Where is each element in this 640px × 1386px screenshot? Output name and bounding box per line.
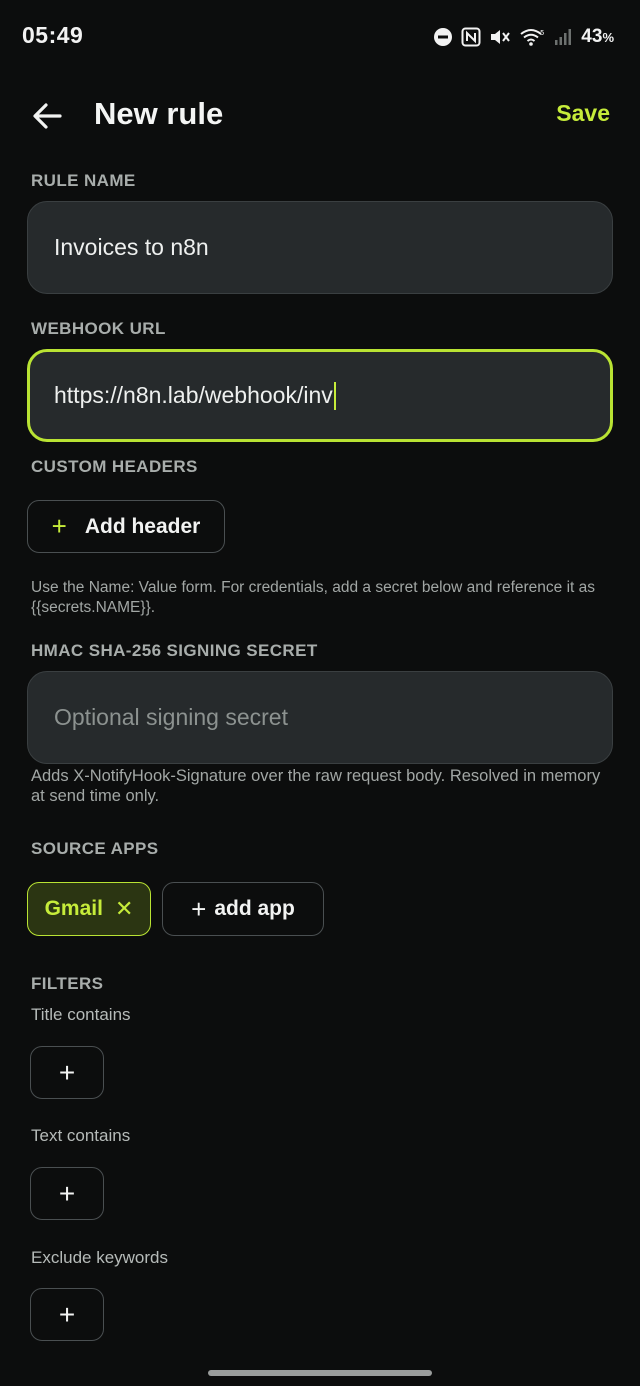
app-chip-label: Gmail bbox=[44, 897, 103, 920]
dnd-icon bbox=[434, 28, 453, 46]
battery-level: 43% bbox=[581, 26, 614, 47]
add-exclude-filter-button[interactable]: + bbox=[30, 1288, 104, 1341]
webhook-url-value: https://n8n.lab/webhook/inv bbox=[54, 382, 333, 408]
rule-name-label: RULE NAME bbox=[31, 171, 136, 190]
add-app-button[interactable]: + add app bbox=[162, 882, 324, 936]
rule-name-input[interactable]: Invoices to n8n bbox=[27, 201, 613, 294]
plus-icon: + bbox=[191, 893, 207, 924]
add-app-label: add app bbox=[214, 897, 295, 920]
filter-exclude-keywords-label: Exclude keywords bbox=[31, 1248, 169, 1267]
plus-icon: + bbox=[58, 1056, 76, 1088]
plus-icon: + bbox=[58, 1298, 76, 1330]
save-button[interactable]: Save bbox=[556, 100, 610, 127]
rule-name-value: Invoices to n8n bbox=[54, 234, 209, 260]
hmac-label: HMAC SHA-256 SIGNING SECRET bbox=[31, 641, 318, 660]
plus-icon: + bbox=[51, 511, 67, 541]
filters-label: FILTERS bbox=[31, 974, 104, 993]
wifi-icon: 5 bbox=[520, 29, 545, 46]
home-indicator[interactable] bbox=[208, 1370, 432, 1376]
nfc-icon bbox=[461, 27, 481, 47]
back-arrow-icon[interactable] bbox=[28, 96, 68, 136]
add-header-button[interactable]: + Add header bbox=[27, 500, 225, 553]
status-icons: 5 43% bbox=[433, 24, 614, 50]
app-chip-gmail[interactable]: Gmail ✕ bbox=[27, 882, 151, 936]
add-text-filter-button[interactable]: + bbox=[30, 1167, 104, 1220]
close-icon[interactable]: ✕ bbox=[115, 896, 133, 922]
signing-secret-placeholder: Optional signing secret bbox=[54, 704, 288, 730]
add-title-filter-button[interactable]: + bbox=[30, 1046, 104, 1099]
webhook-url-label: WEBHOOK URL bbox=[31, 319, 166, 338]
custom-headers-label: CUSTOM HEADERS bbox=[31, 457, 198, 476]
plus-icon: + bbox=[58, 1177, 76, 1209]
headers-helper-text: Use the Name: Value form. For credential… bbox=[31, 579, 596, 616]
filter-text-contains-label: Text contains bbox=[31, 1126, 131, 1145]
signing-secret-input[interactable]: Optional signing secret bbox=[27, 671, 613, 764]
hmac-helper-text: Adds X-NotifyHook-Signature over the raw… bbox=[31, 767, 601, 805]
filter-title-contains-label: Title contains bbox=[31, 1005, 131, 1024]
text-caret bbox=[333, 381, 336, 410]
webhook-url-input[interactable]: https://n8n.lab/webhook/inv bbox=[27, 349, 613, 442]
signal-icon bbox=[555, 29, 572, 45]
status-time: 05:49 bbox=[22, 22, 84, 48]
mute-icon bbox=[491, 30, 511, 44]
add-header-label: Add header bbox=[84, 514, 201, 538]
source-apps-label: SOURCE APPS bbox=[31, 839, 159, 858]
page-title: New rule bbox=[94, 96, 224, 131]
svg-text:5: 5 bbox=[540, 29, 544, 37]
